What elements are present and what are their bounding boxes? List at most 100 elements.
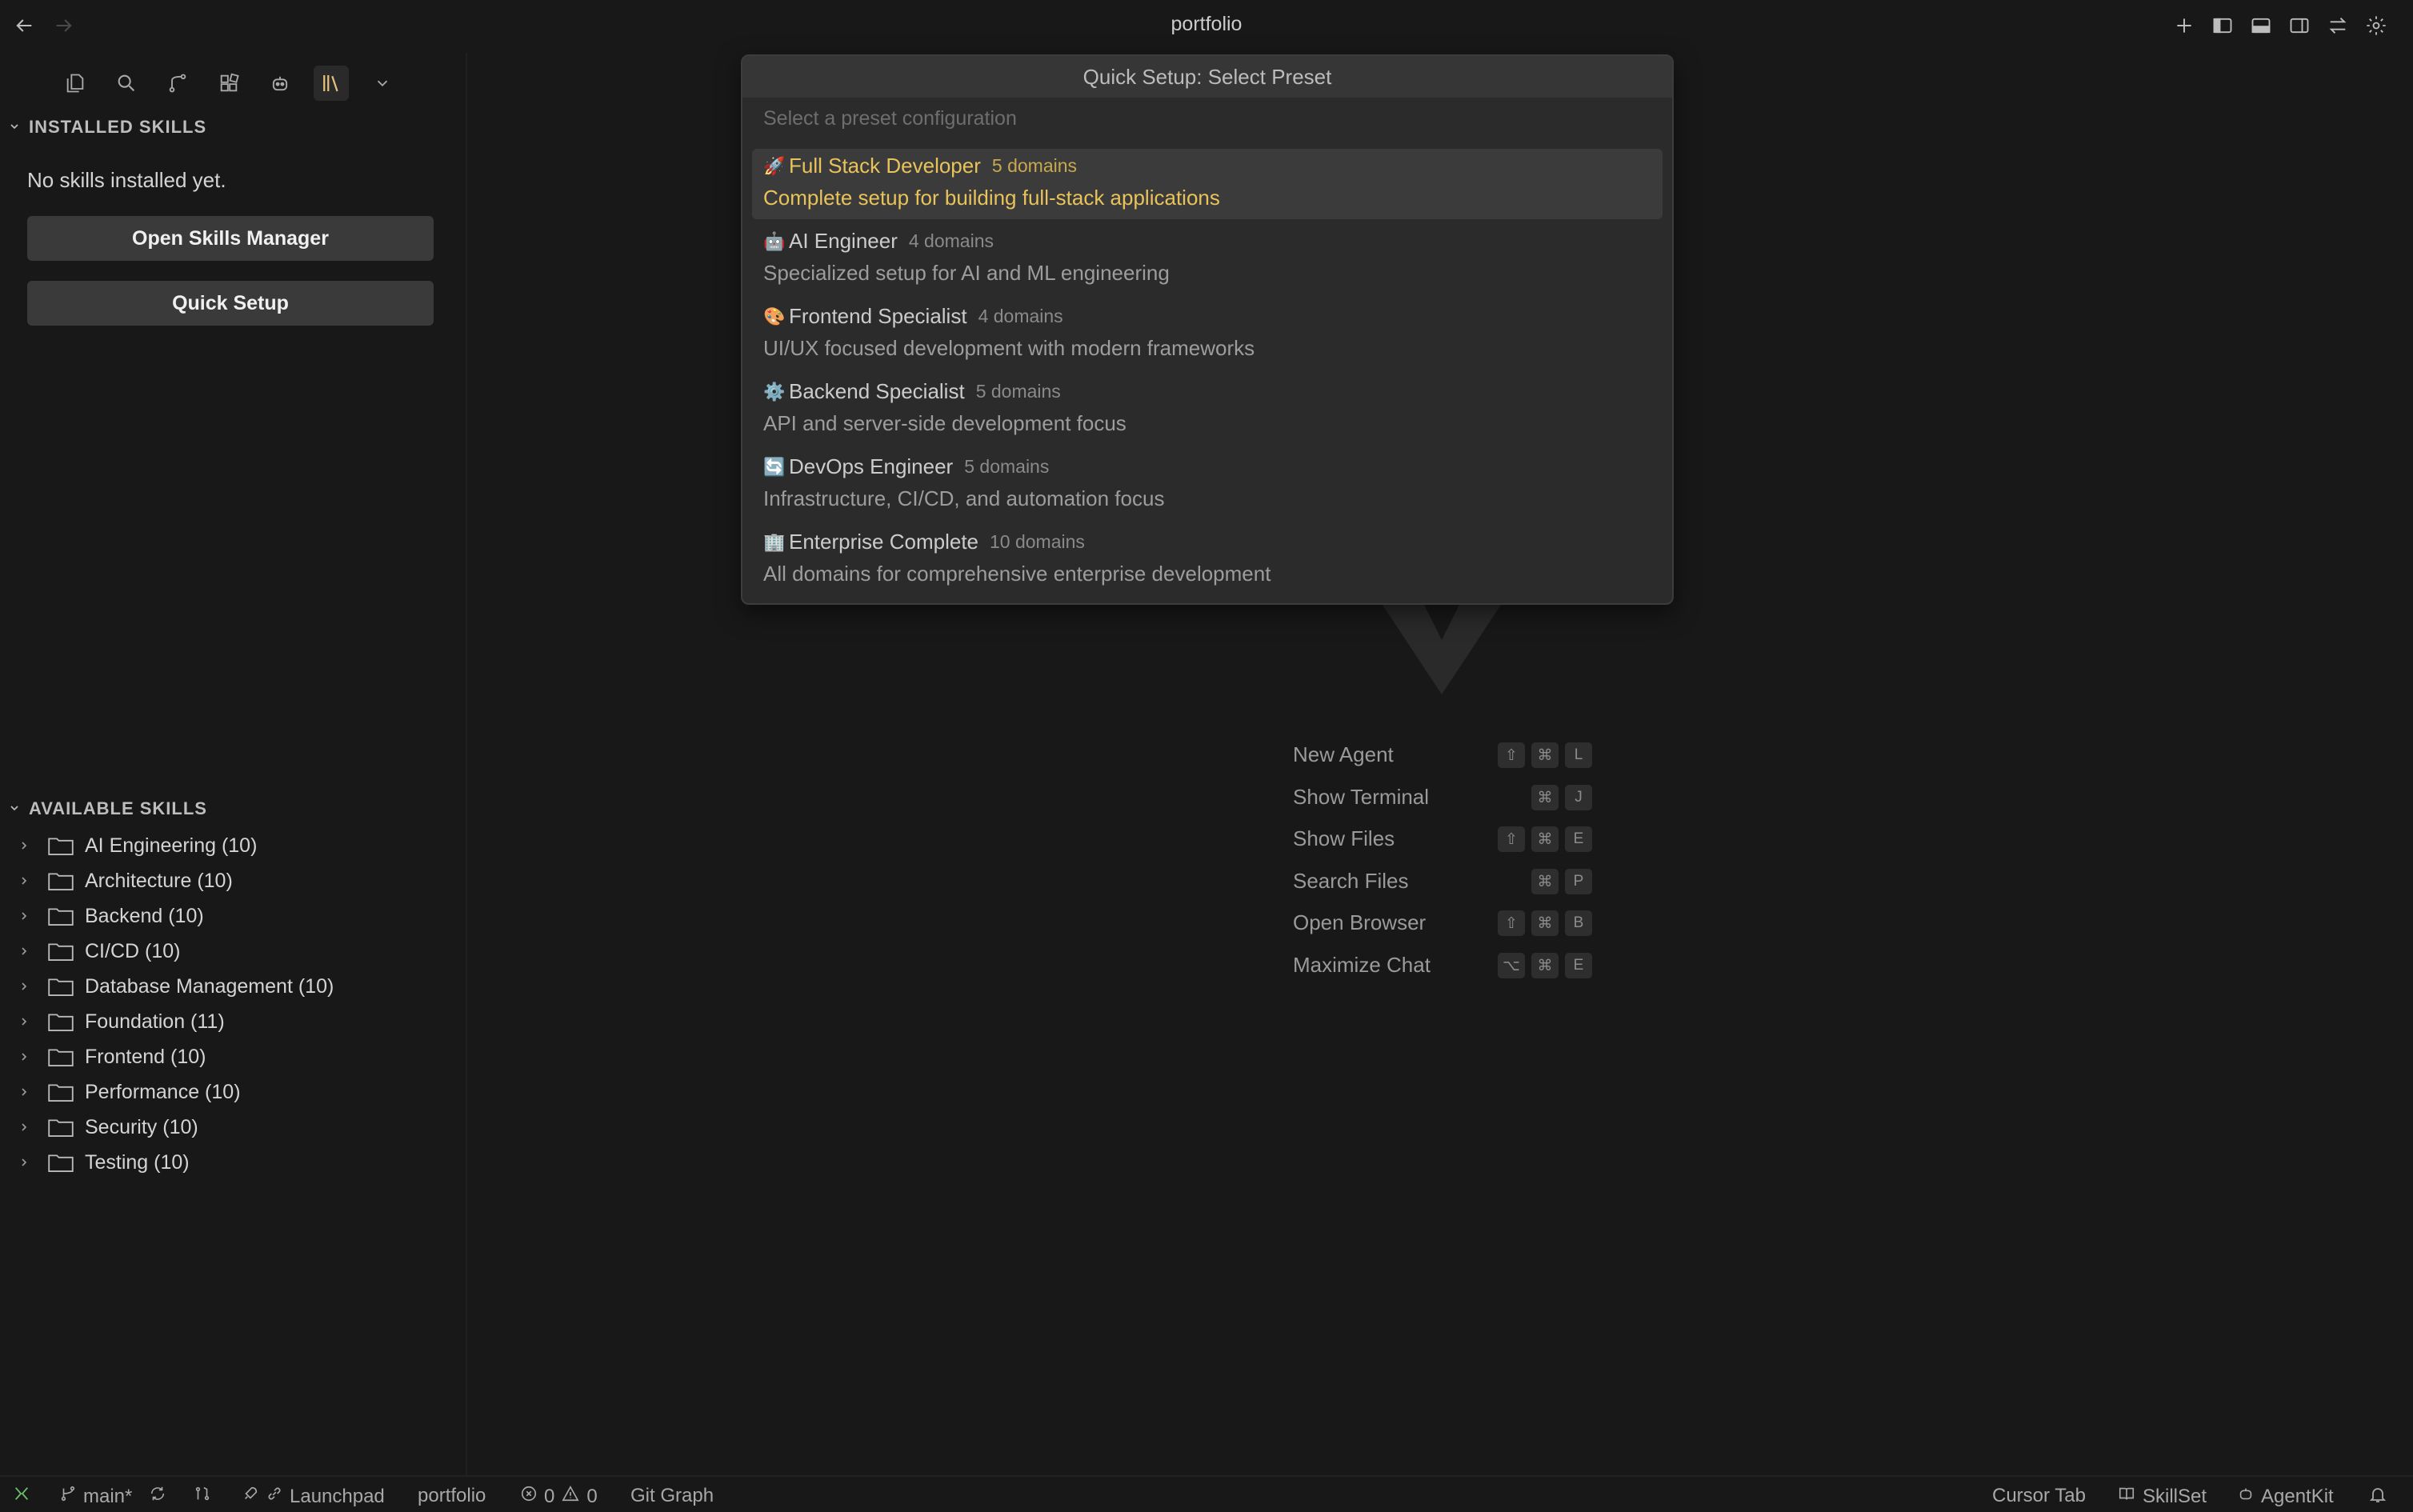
palette-icon: 🎨 — [763, 306, 786, 326]
tree-item-foundation[interactable]: Foundation (11) — [18, 1005, 225, 1038]
preset-item-full-stack-developer[interactable]: 🚀 Full Stack Developer 5 domains Complet… — [752, 149, 1663, 219]
preset-description: Specialized setup for AI and ML engineer… — [763, 261, 1170, 285]
folder-icon — [48, 941, 74, 962]
source-control-icon[interactable] — [160, 66, 195, 101]
remote-icon[interactable] — [13, 1485, 30, 1502]
folder-icon — [48, 1117, 74, 1138]
search-icon[interactable] — [109, 66, 144, 101]
extensions-icon[interactable] — [211, 66, 246, 101]
agentkit-label: AgentKit — [2261, 1485, 2334, 1507]
preset-item-backend-specialist[interactable]: ⚙️ Backend Specialist 5 domains API and … — [752, 374, 1663, 445]
plus-icon[interactable] — [2170, 11, 2199, 40]
chevron-right-icon — [18, 1015, 34, 1028]
office-building-icon: 🏢 — [763, 531, 786, 552]
installed-skills-header[interactable]: INSTALLED SKILLS — [8, 117, 206, 138]
tree-item-label: Backend (10) — [85, 904, 204, 927]
tree-item-label: Frontend (10) — [85, 1045, 206, 1068]
tree-item-architecture[interactable]: Architecture (10) — [18, 864, 233, 898]
chevron-right-icon — [18, 1156, 34, 1169]
workspace-name[interactable]: portfolio — [418, 1485, 486, 1507]
tree-item-testing[interactable]: Testing (10) — [18, 1146, 190, 1179]
chevron-down-icon — [8, 117, 21, 138]
launchpad-item[interactable]: Launchpad — [242, 1485, 385, 1508]
rocket-icon — [242, 1485, 259, 1508]
folder-icon — [48, 976, 74, 997]
chevron-right-icon — [18, 980, 34, 993]
tree-item-database-management[interactable]: Database Management (10) — [18, 970, 334, 1003]
preset-domains: 5 domains — [991, 155, 1078, 176]
skillset-item[interactable]: SkillSet — [2117, 1485, 2207, 1508]
cursor-tab-item[interactable]: Cursor Tab — [1992, 1485, 2086, 1507]
preset-name: DevOps Engineer — [789, 454, 954, 478]
tree-item-performance[interactable]: Performance (10) — [18, 1075, 241, 1109]
tree-item-ai-engineering[interactable]: AI Engineering (10) — [18, 829, 257, 862]
key: ⌘ — [1531, 742, 1559, 768]
tree-item-ci-cd[interactable]: CI/CD (10) — [18, 934, 180, 968]
toggle-primary-sidebar-icon[interactable] — [2208, 11, 2237, 40]
warning-count: 0 — [586, 1485, 598, 1507]
preset-domains: 5 domains — [964, 456, 1050, 477]
git-compare-icon[interactable] — [194, 1485, 211, 1502]
tree-item-backend[interactable]: Backend (10) — [18, 899, 204, 933]
swap-icon[interactable] — [2323, 11, 2352, 40]
agentkit-item[interactable]: AgentKit — [2237, 1485, 2334, 1508]
key: ⌘ — [1531, 826, 1559, 852]
git-branch-icon — [59, 1485, 77, 1508]
preset-item-devops-engineer[interactable]: 🔄 DevOps Engineer 5 domains Infrastructu… — [752, 450, 1663, 520]
shortcut-label-new-agent: New Agent — [1293, 742, 1394, 766]
folder-icon — [48, 1046, 74, 1067]
key: ⌥ — [1498, 953, 1525, 978]
cycle-icon: 🔄 — [763, 456, 786, 477]
chevron-right-icon — [18, 1086, 34, 1098]
skills-library-icon[interactable] — [314, 66, 349, 101]
preset-description: Complete setup for building full-stack a… — [763, 186, 1220, 210]
rocket-icon: 🚀 — [763, 155, 786, 176]
sync-icon[interactable] — [149, 1485, 166, 1502]
tree-item-security[interactable]: Security (10) — [18, 1110, 198, 1144]
bell-icon[interactable] — [2368, 1485, 2387, 1504]
problems-indicator[interactable]: 0 0 — [520, 1485, 598, 1508]
tree-item-frontend[interactable]: Frontend (10) — [18, 1040, 206, 1074]
branch-name: main* — [83, 1485, 133, 1507]
preset-item-enterprise-complete[interactable]: 🏢 Enterprise Complete 10 domains All dom… — [752, 525, 1663, 595]
tree-item-label: Security (10) — [85, 1115, 198, 1138]
folder-icon — [48, 835, 74, 856]
chevron-right-icon — [18, 945, 34, 958]
preset-domains: 10 domains — [990, 531, 1085, 552]
book-icon — [2117, 1485, 2136, 1508]
branch-indicator[interactable]: main* — [59, 1485, 132, 1508]
preset-description: API and server-side development focus — [763, 411, 1126, 435]
available-skills-header[interactable]: AVAILABLE SKILLS — [8, 798, 207, 819]
installed-skills-title: INSTALLED SKILLS — [29, 117, 207, 137]
preset-item-ai-engineer[interactable]: 🤖 AI Engineer 4 domains Specialized setu… — [752, 224, 1663, 294]
quick-pick-input[interactable]: Select a preset configuration — [763, 107, 1017, 130]
chevron-right-icon — [18, 839, 34, 852]
shortcut-keys-open-browser: ⇧ ⌘ B — [1498, 910, 1592, 936]
toggle-secondary-sidebar-icon[interactable] — [2285, 11, 2314, 40]
git-graph-item[interactable]: Git Graph — [630, 1485, 714, 1507]
link-icon — [266, 1485, 283, 1508]
error-icon — [520, 1485, 538, 1508]
explorer-icon[interactable] — [58, 66, 93, 101]
status-bar: main* Launchpad portfolio 0 0 Git Graph … — [0, 1475, 2413, 1512]
preset-item-frontend-specialist[interactable]: 🎨 Frontend Specialist 4 domains UI/UX fo… — [752, 299, 1663, 370]
robot-icon[interactable] — [262, 66, 298, 101]
quick-setup-button[interactable]: Quick Setup — [27, 281, 434, 326]
preset-description: All domains for comprehensive enterprise… — [763, 562, 1271, 586]
key: ⌘ — [1531, 785, 1559, 810]
tree-item-label: Foundation (11) — [85, 1010, 225, 1033]
toggle-panel-icon[interactable] — [2247, 11, 2275, 40]
tree-item-label: AI Engineering (10) — [85, 834, 258, 857]
shortcut-label-search-files: Search Files — [1293, 869, 1409, 893]
warning-icon — [561, 1485, 580, 1508]
preset-name: Frontend Specialist — [789, 304, 967, 328]
shortcut-keys-show-terminal: ⌘ J — [1531, 785, 1592, 810]
open-skills-manager-button[interactable]: Open Skills Manager — [27, 216, 434, 261]
folder-icon — [48, 1011, 74, 1032]
skillset-label: SkillSet — [2143, 1485, 2207, 1507]
shortcut-label-open-browser: Open Browser — [1293, 910, 1427, 934]
error-count: 0 — [544, 1485, 555, 1507]
gear-icon[interactable] — [2362, 11, 2391, 40]
robot-icon: 🤖 — [763, 230, 786, 251]
chevron-down-icon[interactable] — [365, 66, 400, 101]
